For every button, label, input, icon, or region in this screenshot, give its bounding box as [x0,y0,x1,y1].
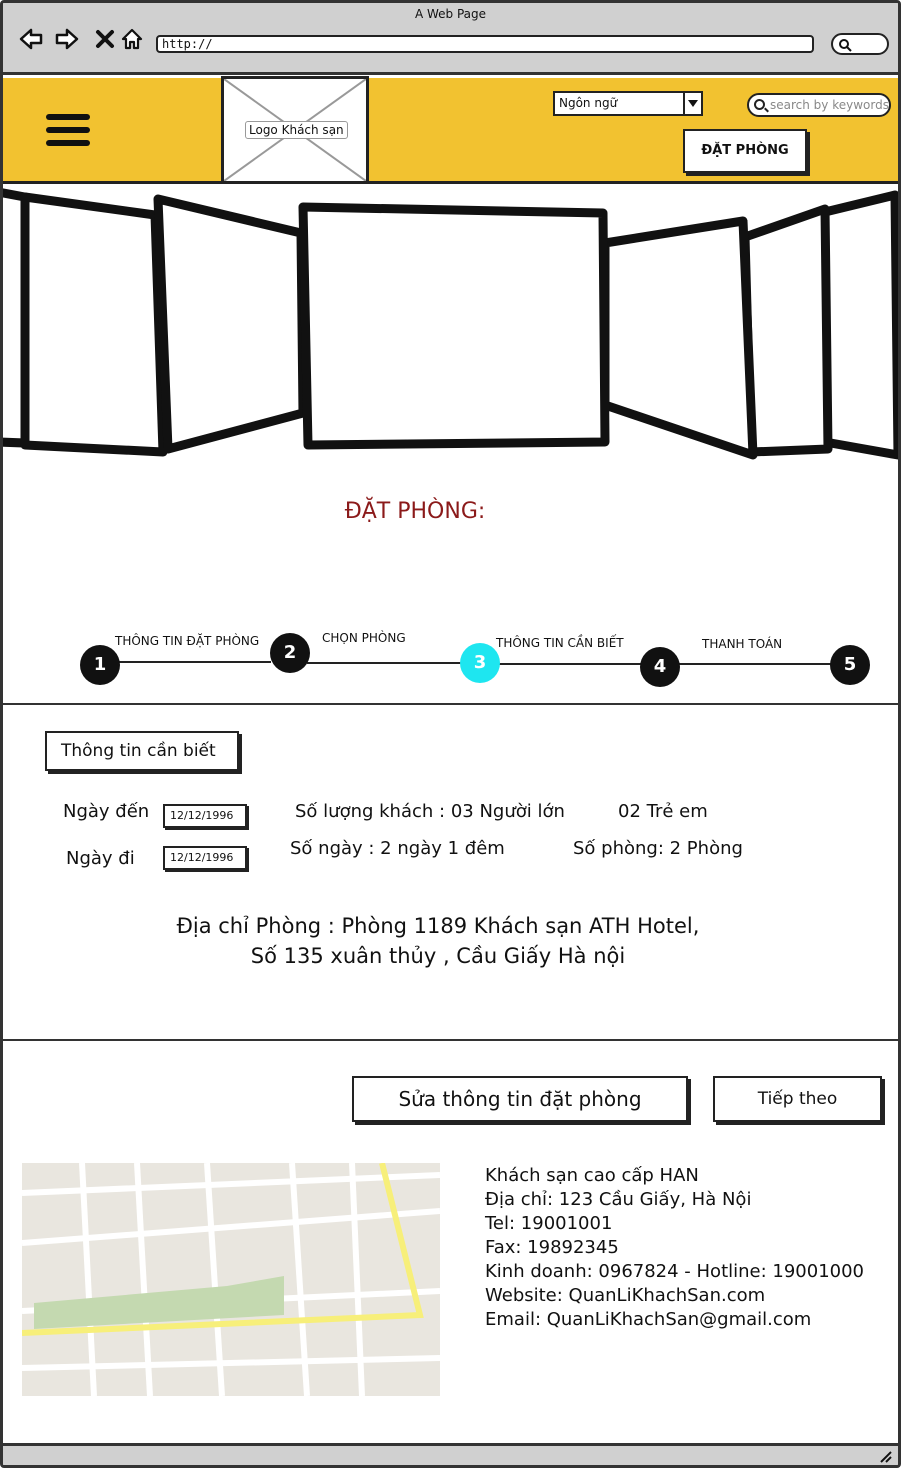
departure-label: Ngày đi [66,848,135,869]
browser-search-field[interactable] [831,33,889,55]
arrival-date-input[interactable]: 12/12/1996 [163,804,247,828]
book-room-button[interactable]: ĐẶT PHÒNG [683,129,807,173]
step-3-label: THÔNG TIN CẦN BIẾT [496,636,624,650]
stay-length: Số ngày : 2 ngày 1 đêm [290,838,505,859]
step-4-circle[interactable]: 4 [640,647,680,687]
url-input[interactable]: http:// [156,35,814,53]
room-address: Địa chỉ Phòng : Phòng 1189 Khách sạn ATH… [3,911,873,971]
hotel-logo[interactable]: Logo Khách sạn [221,76,369,184]
carousel-slide-left [20,192,168,457]
hotel-fax: Fax: 19892345 [485,1237,619,1258]
image-carousel[interactable] [3,187,898,467]
carousel-slide-near-right [600,216,758,460]
keyword-search-placeholder: search by keywords [770,98,889,112]
search-icon [754,99,765,110]
browser-status-bar [3,1443,898,1465]
carousel-slide-right [740,204,833,457]
next-button[interactable]: Tiếp theo [713,1076,882,1122]
language-select-value: Ngôn ngữ [559,96,618,110]
back-arrow-icon[interactable] [19,27,43,51]
location-map[interactable] [22,1163,440,1396]
room-count: Số phòng: 2 Phòng [573,838,743,859]
keyword-search-input[interactable]: search by keywords [747,93,891,117]
logo-label: Logo Khách sạn [245,121,348,139]
search-icon [839,39,852,52]
edit-booking-button[interactable]: Sửa thông tin đặt phòng [352,1076,688,1122]
step-1-label: THÔNG TIN ĐẶT PHÒNG [115,634,260,648]
hotel-business: Kinh doanh: 0967824 - Hotline: 19001000 [485,1261,865,1282]
browser-window: A Web Page http:// Logo Khách sạn Ngôn n… [0,0,901,1468]
language-select[interactable]: Ngôn ngữ [553,91,703,116]
close-icon[interactable] [93,27,117,51]
section-divider [3,1039,898,1041]
window-title: A Web Page [414,7,487,21]
browser-toolbar: A Web Page http:// [3,3,898,75]
resize-grip-icon[interactable] [878,1449,892,1463]
arrival-label: Ngày đến [63,801,150,822]
step-3-circle[interactable]: 3 [460,643,500,683]
departure-date-input[interactable]: 12/12/1996 [163,846,247,870]
room-address-line-1: Địa chỉ Phòng : Phòng 1189 Khách sạn ATH… [176,914,700,938]
children-count: 02 Trẻ em [618,801,708,822]
home-icon[interactable] [120,27,144,51]
step-5-circle[interactable]: 5 [830,645,870,685]
step-2-circle[interactable]: 2 [270,633,310,673]
hotel-email[interactable]: Email: QuanLiKhachSan@gmail.com [485,1308,864,1332]
step-2-label: CHỌN PHÒNG [322,631,406,645]
hotel-tel: Tel: 19001001 [485,1213,613,1234]
hotel-address: Địa chỉ: 123 Cầu Giấy, Hà Nội [485,1189,752,1210]
hotel-website[interactable]: Website: QuanLiKhachSan.com [485,1284,864,1308]
site-header: Logo Khách sạn Ngôn ngữ search by keywor… [3,76,898,184]
step-4-label: THANH TOÁN [702,637,783,651]
carousel-slide-near-left [153,194,308,454]
section-divider [3,703,898,705]
hamburger-menu-icon[interactable] [46,114,90,152]
step-connector [307,662,467,664]
step-connector [677,663,837,665]
section-title-box: Thông tin cần biết [45,731,239,771]
booking-title: ĐẶT PHÒNG: [344,499,486,524]
guest-count: Số lượng khách : 03 Người lớn [295,801,565,822]
booking-steps: 1 2 3 4 5 THÔNG TIN ĐẶT PHÒNG CHỌN PHÒNG… [3,603,898,703]
step-connector [117,661,271,663]
chevron-down-icon[interactable] [683,93,701,114]
hotel-name: Khách sạn cao cấp HAN [485,1165,699,1186]
carousel-slide-far-right [820,190,898,460]
contact-info: Khách sạn cao cấp HAN Địa chỉ: 123 Cầu G… [485,1164,864,1332]
forward-arrow-icon[interactable] [55,27,79,51]
room-address-line-2: Số 135 xuân thủy , Cầu Giấy Hà nội [250,944,626,968]
step-connector [497,663,647,665]
step-1-circle[interactable]: 1 [80,645,120,685]
carousel-slide-center [298,202,610,450]
